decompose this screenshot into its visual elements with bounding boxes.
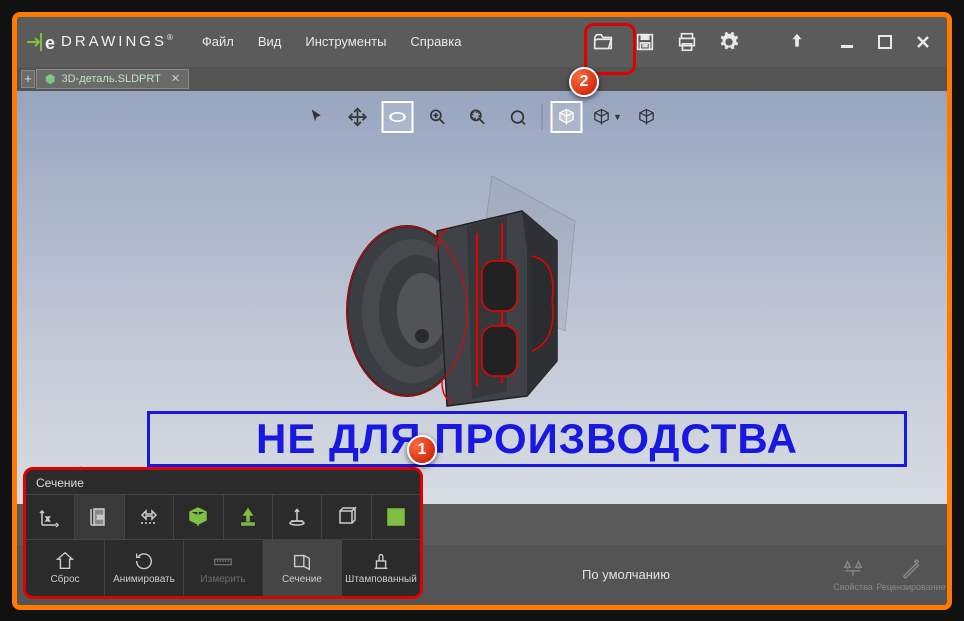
tab-label: 3D-деталь.SLDPRT <box>61 73 160 85</box>
logo-text: DRAWINGS® <box>61 33 176 50</box>
cap-button[interactable] <box>372 495 420 539</box>
update-button[interactable] <box>779 24 815 60</box>
document-tab[interactable]: ⬢ 3D-деталь.SLDPRT ✕ <box>36 69 189 89</box>
display-mode-dropdown[interactable]: ▼ <box>591 101 623 133</box>
open-button[interactable] <box>585 24 621 60</box>
xy-plane-button[interactable]: x <box>26 495 75 539</box>
status-text: По умолчанию <box>427 567 825 582</box>
app-window: e DRAWINGS® Файл Вид Инструменты Справка… <box>12 12 952 610</box>
model-3d <box>327 161 607 431</box>
part-icon: ⬢ <box>45 72 55 86</box>
bottom-tools-row: Сброс Анимировать Измерить Сечение Штамп… <box>26 539 420 596</box>
view-toolbar: ▼ <box>302 101 663 133</box>
svg-text:zx: zx <box>97 515 103 521</box>
menu-help[interactable]: Справка <box>400 28 471 55</box>
wireframe-mode[interactable] <box>631 101 663 133</box>
right-toolbar: Свойства Рецензирование <box>825 547 947 603</box>
section-panel-title: Сечение <box>26 470 420 494</box>
flip-button[interactable] <box>125 495 174 539</box>
measure-button: Измерить <box>184 540 263 596</box>
minimize-button[interactable] <box>831 28 863 56</box>
watermark-text: НЕ ДЛЯ ПРОИЗВОДСТВА <box>256 415 798 463</box>
review-button[interactable]: Рецензирование <box>883 547 939 603</box>
up-arrow-button[interactable] <box>224 495 273 539</box>
properties-button[interactable]: Свойства <box>825 547 881 603</box>
main-menu: Файл Вид Инструменты Справка <box>192 28 472 55</box>
watermark-banner: НЕ ДЛЯ ПРОИЗВОДСТВА <box>147 411 907 467</box>
zoom-fit-tool[interactable] <box>502 101 534 133</box>
callout-2: 2 <box>569 67 599 97</box>
new-tab-button[interactable]: + <box>21 70 35 88</box>
shaded-mode[interactable] <box>551 101 583 133</box>
select-tool[interactable] <box>302 101 334 133</box>
app-logo: e DRAWINGS® <box>25 27 176 57</box>
close-button[interactable] <box>907 28 939 56</box>
zoom-tool[interactable] <box>422 101 454 133</box>
menu-tools[interactable]: Инструменты <box>295 28 396 55</box>
reset-button[interactable]: Сброс <box>26 540 105 596</box>
zoom-window-tool[interactable] <box>462 101 494 133</box>
toolbar-icons <box>585 24 815 60</box>
print-button[interactable] <box>669 24 705 60</box>
settings-button[interactable] <box>711 24 747 60</box>
section-panel: Сечение x zx Сброс Анимировать Измерить <box>23 467 423 599</box>
tabbar: + ⬢ 3D-деталь.SLDPRT ✕ <box>17 67 947 91</box>
callout-1: 1 <box>407 435 437 465</box>
stamped-button[interactable]: Штампованный <box>342 540 420 596</box>
svg-text:x: x <box>46 516 50 523</box>
edrawings-logo-icon: e <box>25 27 55 57</box>
face-button[interactable] <box>322 495 371 539</box>
titlebar: e DRAWINGS® Файл Вид Инструменты Справка <box>17 17 947 67</box>
viewport[interactable]: ▼ <box>17 91 947 504</box>
section-planes-row: x zx <box>26 494 420 539</box>
tab-close-icon[interactable]: ✕ <box>171 72 180 85</box>
animate-button[interactable]: Анимировать <box>105 540 184 596</box>
save-button[interactable] <box>627 24 663 60</box>
perpendicular-button[interactable] <box>273 495 322 539</box>
menu-file[interactable]: Файл <box>192 28 244 55</box>
maximize-button[interactable] <box>869 28 901 56</box>
svg-text:e: e <box>45 33 55 53</box>
window-controls <box>831 28 939 56</box>
cube-view-button[interactable] <box>174 495 223 539</box>
yz-plane-button[interactable]: zx <box>75 495 124 539</box>
pan-tool[interactable] <box>342 101 374 133</box>
section-button[interactable]: Сечение <box>263 540 342 596</box>
rotate-tool[interactable] <box>382 101 414 133</box>
menu-view[interactable]: Вид <box>248 28 292 55</box>
